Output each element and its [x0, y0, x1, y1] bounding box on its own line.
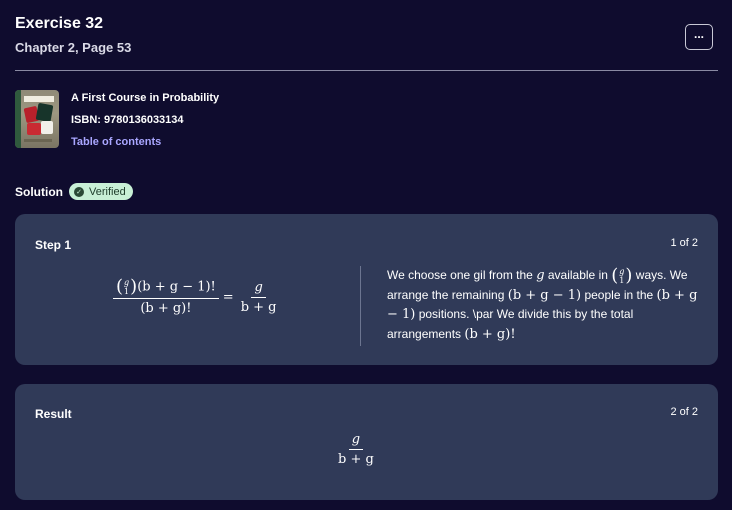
more-options-button[interactable]: ... — [685, 24, 713, 50]
book-cover-image[interactable] — [15, 90, 59, 148]
solution-label: Solution — [15, 184, 63, 199]
formula-lhs-numerator: ( g1 ) (b + g − 1)! — [113, 278, 219, 299]
cover-die — [41, 121, 53, 134]
table-of-contents-link[interactable]: Table of contents — [71, 136, 161, 148]
cover-title-strip — [24, 96, 54, 102]
binomial: ( g1 ) — [116, 276, 138, 297]
result-fraction: g b + g — [335, 432, 377, 467]
explanation-text: available in — [544, 268, 612, 282]
explanation-text: We choose one gil from the — [387, 268, 537, 282]
result-formula: g b + g — [335, 432, 377, 467]
more-icon: ... — [693, 27, 704, 41]
page-title: Exercise 32 — [15, 15, 104, 32]
result-card: Result 2 of 2 g b + g — [15, 384, 718, 500]
step-formula: ( g1 ) (b + g − 1)! (b + g)! = g b + g — [113, 278, 280, 316]
step-card: Step 1 1 of 2 ( g1 ) (b + g − 1)! (b + g… — [15, 214, 718, 365]
numerator-factorial: (b + g − 1)! — [137, 279, 216, 295]
binom-top: g — [619, 266, 625, 276]
step-label: Step 1 — [35, 238, 72, 252]
formula-rhs-denominator: b + g — [240, 299, 277, 315]
binom-top: g — [124, 278, 130, 287]
inline-math: (b + g)! — [464, 326, 516, 342]
solution-header: Solution ✓ Verified — [15, 183, 133, 200]
cover-footer — [24, 139, 52, 142]
book-title: A First Course in Probability — [71, 92, 220, 104]
check-circle-icon: ✓ — [74, 186, 84, 197]
formula-rhs-fraction: g b + g — [238, 280, 280, 315]
page-subtitle: Chapter 2, Page 53 — [15, 40, 132, 55]
formula-lhs-denominator: (b + g)! — [140, 301, 192, 316]
cover-spine — [15, 90, 21, 148]
cover-die — [35, 102, 54, 123]
book-isbn: ISBN: 9780136033134 — [71, 114, 184, 126]
result-label: Result — [35, 407, 72, 421]
step-explanation: We choose one gil from the g available i… — [387, 266, 709, 344]
result-denominator: b + g — [338, 452, 374, 467]
cover-die — [27, 123, 41, 135]
verified-label: Verified — [89, 185, 126, 198]
variable-g: g — [536, 268, 545, 283]
verified-badge: ✓ Verified — [69, 183, 133, 200]
result-counter: 2 of 2 — [670, 406, 698, 418]
equals-sign: = — [222, 289, 234, 305]
exercise-header: Exercise 32 Chapter 2, Page 53 ... — [15, 14, 718, 71]
formula-lhs-fraction: ( g1 ) (b + g − 1)! (b + g)! — [113, 278, 219, 316]
inline-math: (b + g − 1) — [507, 287, 582, 303]
binom-bottom: 1 — [619, 275, 625, 285]
step-counter: 1 of 2 — [670, 237, 698, 249]
formula-rhs-numerator: g — [251, 280, 266, 298]
explanation-text: people in the — [581, 287, 657, 302]
binom-bottom: 1 — [124, 287, 130, 296]
result-numerator: g — [348, 432, 364, 450]
binomial: (g 1) — [611, 264, 633, 286]
column-divider — [360, 266, 361, 346]
